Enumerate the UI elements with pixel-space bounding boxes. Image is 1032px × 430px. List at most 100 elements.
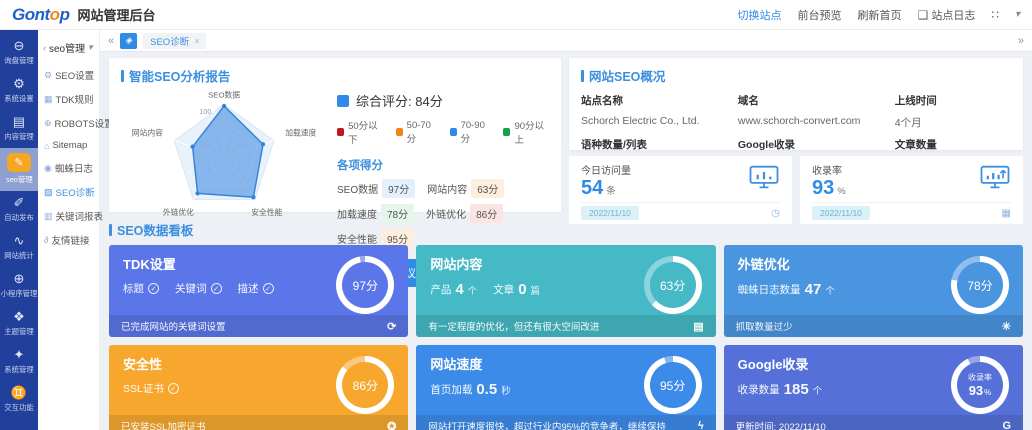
site-name-value: Schorch Electric Co., Ltd. (581, 115, 738, 130)
sidebar-item-site-stats[interactable]: ∿网站统计 (0, 229, 38, 267)
sidebar-item-theme[interactable]: ❖主题管理 (0, 305, 38, 343)
compass-icon: ◈ (125, 35, 132, 46)
google-icon: G (1002, 420, 1011, 430)
tab-seo-diagnosis[interactable]: SEO诊断× (143, 33, 206, 49)
sidebar-item-inquiry[interactable]: ⊖询盘管理 (0, 34, 38, 72)
brand-logo[interactable]: Gontop (12, 5, 69, 25)
fullscreen-icon[interactable]: ∷ (991, 8, 999, 22)
check-icon: ✓ (211, 283, 222, 294)
gear-icon: ⚙ (13, 77, 25, 91)
sidebar-item-auto-publish[interactable]: ✐自动发布 (0, 191, 38, 229)
index-rate-card[interactable]: 收录率 93% 2022/11/10 ▦ (800, 156, 1023, 224)
score-legend: 50分以下 50-70分 70-90分 90分以上 (337, 118, 549, 146)
close-icon[interactable]: × (194, 36, 199, 46)
card-google-index[interactable]: Google收录 收录数量185个 收录率 93% 更新时间: 2022/11/… (724, 345, 1023, 430)
legend-swatch (396, 128, 403, 136)
check-icon: ✓ (168, 383, 179, 394)
score-chip: 97分 (382, 179, 415, 198)
icon-sidebar: ⊖询盘管理 ⚙系统设置 ▤内容管理 ✎seo管理 ✐自动发布 ∿网站统计 ⊕小程… (0, 30, 38, 430)
submenu-friend-links[interactable]: ∂友情链接 (38, 228, 99, 252)
shield-icon: ✪ (387, 420, 396, 430)
globe-icon: ⊕ (44, 118, 52, 129)
lightning-icon: ϟ (698, 420, 704, 430)
seo-pen-icon: ✎ (7, 153, 31, 172)
seo-overview-panel: 网站SEO概况 站点名称 域名 上线时间 Schorch Electric Co… (569, 58, 1023, 150)
scores-title: 各项得分 (337, 157, 549, 173)
report-title: 智能SEO分析报告 (121, 66, 549, 85)
score-ring: 95分 (644, 356, 702, 414)
online-time-value: 4个月 (895, 115, 1011, 130)
score-chip: 78分 (381, 204, 414, 223)
card-backlink-optimization[interactable]: 外链优化 蜘蛛日志数量47个 78分 抓取数量过少✳ (724, 245, 1023, 337)
score-chips: SEO数据97分 网站内容63分 加载速度78分 外链优化86分 安全性能95分 (337, 179, 549, 248)
submenu-robots[interactable]: ⊕ROBOTS设置 (38, 111, 99, 135)
switch-site-button[interactable]: 切换站点 (738, 7, 782, 23)
refresh-home-button[interactable]: 刷新首页 (858, 7, 902, 23)
app-title: 网站管理后台 (77, 5, 155, 24)
check-icon: ✓ (148, 283, 159, 294)
legend-swatch (503, 128, 510, 136)
tab-scroll-left-icon[interactable]: « (108, 35, 114, 47)
gear-icon: ⚙ (44, 70, 52, 81)
score-ring: 86分 (336, 356, 394, 414)
sidebar-item-content[interactable]: ▤内容管理 (0, 110, 38, 148)
clock-icon: ◷ (771, 208, 780, 219)
submenu-spider-log[interactable]: ◉蜘蛛日志 (38, 156, 99, 180)
main-area: « ◈ SEO诊断× » 智能SEO分析报告 (100, 30, 1032, 430)
miniprogram-icon: ⊕ (14, 272, 25, 286)
report-icon: ▥ (44, 211, 53, 222)
sidebar-item-miniprogram[interactable]: ⊕小程序管理 (0, 267, 38, 305)
submenu-seo-settings[interactable]: ⚙SEO设置 (38, 63, 99, 87)
submenu-seo-diagnosis[interactable]: ▨SEO诊断 (38, 180, 99, 204)
overall-score: 综合评分: 84分 (337, 91, 549, 110)
submenu-header[interactable]: ‹seo管理▾ (38, 36, 99, 63)
top-header: Gontop 网站管理后台 切换站点 前台预览 刷新首页 ❏ 站点日志 ∷ ▾ (0, 0, 1032, 30)
card-security[interactable]: 安全性 SSL证书✓ 86分 已安装SSL加密证书✪ (109, 345, 408, 430)
score-chip: 63分 (471, 179, 504, 198)
home-tab-button[interactable]: ◈ (120, 33, 137, 49)
site-log-button[interactable]: ❏ 站点日志 (918, 7, 976, 23)
users-icon: ♊ (11, 386, 27, 400)
today-visits-card[interactable]: 今日访问量 54条 2022/11/10 ◷ (569, 156, 792, 224)
score-chip: 86分 (470, 204, 503, 223)
svg-text:网站内容: 网站内容 (132, 128, 163, 138)
svg-text:SEO数据: SEO数据 (208, 90, 240, 100)
dashboard-cards: TDK设置 标题✓ 关键词✓ 描述✓ 97分 已完成网站的关键词设置⟳ 网站内容… (109, 245, 1023, 430)
sidebar-item-system-settings[interactable]: ⚙系统设置 (0, 72, 38, 110)
svg-text:外链优化: 外链优化 (163, 207, 194, 217)
eye-icon: ◉ (44, 163, 52, 174)
card-site-content[interactable]: 网站内容 产品4个 文章0篇 63分 有一定程度的优化，但还有很大空间改进▤ (416, 245, 715, 337)
card-tdk-settings[interactable]: TDK设置 标题✓ 关键词✓ 描述✓ 97分 已完成网站的关键词设置⟳ (109, 245, 408, 337)
spider-icon: ✳ (1002, 320, 1011, 333)
sitemap-icon: ⌂ (44, 141, 49, 151)
submenu-tdk-rules[interactable]: ▦TDK规则 (38, 87, 99, 111)
index-rate-ring: 收录率 93% (951, 356, 1009, 414)
collapse-icon[interactable]: ‹ (43, 43, 46, 53)
shield-icon: ▦ (44, 94, 53, 105)
submenu-keyword-report[interactable]: ▥关键词报表 (38, 204, 99, 228)
seo-report-panel: 智能SEO分析报告 SEO数据 加载速度 安全性能 外链优化 (109, 58, 561, 212)
sidebar-item-seo[interactable]: ✎seo管理 (0, 148, 38, 191)
monitor-chart-icon (748, 164, 780, 196)
chevron-down-icon: ▾ (88, 42, 93, 53)
sidebar-item-interaction[interactable]: ♊交互功能 (0, 381, 38, 419)
sub-sidebar: ‹seo管理▾ ⚙SEO设置 ▦TDK规则 ⊕ROBOTS设置 ⌂Sitemap… (38, 30, 100, 430)
admin-dashboard: Gontop 网站管理后台 切换站点 前台预览 刷新首页 ❏ 站点日志 ∷ ▾ … (0, 0, 1032, 430)
preview-button[interactable]: 前台预览 (798, 7, 842, 23)
tab-scroll-right-icon[interactable]: » (1018, 35, 1024, 47)
content-icon: ▤ (13, 115, 25, 129)
sidebar-item-system-manage[interactable]: ✦系统管理 (0, 343, 38, 381)
score-ring: 63分 (644, 256, 702, 314)
svg-text:加载速度: 加载速度 (285, 128, 316, 138)
card-site-speed[interactable]: 网站速度 首页加载0.5秒 95分 网站打开速度很快，超过行业内95%的竞争者，… (416, 345, 715, 430)
calendar-icon: ▦ (1002, 208, 1011, 219)
document-icon: ❏ (918, 8, 929, 22)
legend-swatch (337, 128, 344, 136)
document-icon: ▤ (693, 320, 703, 333)
tab-bar: « ◈ SEO诊断× » (100, 30, 1032, 52)
refresh-icon: ⟳ (387, 320, 396, 333)
user-menu-caret-icon[interactable]: ▾ (1015, 9, 1020, 20)
date-badge: 2022/11/10 (581, 206, 639, 220)
submenu-sitemap[interactable]: ⌂Sitemap (38, 135, 99, 156)
score-ring: 78分 (951, 256, 1009, 314)
